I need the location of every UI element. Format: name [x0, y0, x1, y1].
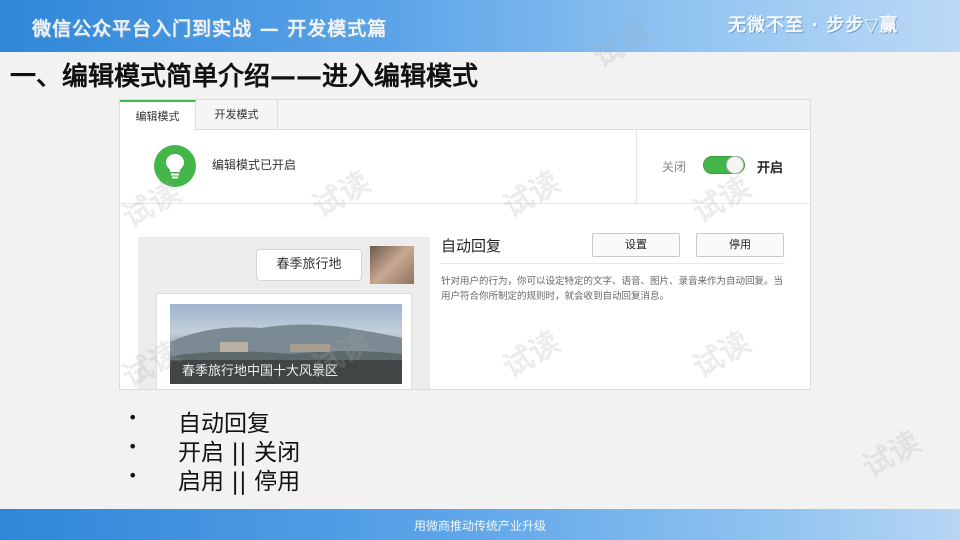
bullet-dot: •	[128, 466, 138, 485]
lightbulb-icon	[154, 145, 196, 187]
top-banner: 微信公众平台入门到实战 — 开发模式篇 无微不至 · 步步▽赢	[0, 0, 960, 52]
news-card-caption: 春季旅行地中国十大风景区	[170, 360, 402, 384]
divider	[441, 263, 785, 264]
slide-title: 一、编辑模式简单介绍——进入编辑模式	[10, 62, 479, 92]
banner-slogan: 无微不至 · 步步▽赢	[728, 15, 899, 36]
divider	[636, 130, 637, 204]
watermark: 试读	[857, 424, 927, 486]
footer-text: 用微商推动传统产业升级	[413, 519, 546, 533]
avatar	[370, 246, 414, 284]
mode-status-row: 编辑模式已开启 关闭 开启	[120, 130, 810, 204]
disable-button[interactable]: 停用	[696, 233, 784, 257]
banner-title: 微信公众平台入门到实战 — 开发模式篇	[32, 18, 388, 40]
toggle-off-label: 关闭	[662, 160, 687, 174]
mode-toggle-switch[interactable]	[703, 156, 745, 174]
news-card: 春季旅行地中国十大风景区	[156, 293, 412, 389]
auto-reply-description: 针对用户的行为，你可以设定特定的文字、语音、图片、录音来作为自动回复。当用户符合…	[441, 276, 784, 302]
tab-edit-mode[interactable]: 编辑模式	[120, 100, 196, 131]
editor-mode-panel: 编辑模式 开发模式 编辑模式已开启 关闭 开启 春季旅行地 春季旅行地中国十大风…	[119, 99, 811, 390]
auto-reply-title: 自动回复	[441, 237, 502, 255]
bullet-dot: •	[128, 437, 138, 456]
toggle-on-label: 开启	[757, 161, 784, 176]
bullet-text: 启用 || 停用	[178, 469, 301, 495]
footer-bar: 用微商推动传统产业升级	[0, 509, 960, 540]
news-card-image: 春季旅行地中国十大风景区	[170, 304, 402, 384]
bullet-dot: •	[128, 408, 138, 427]
chat-bubble: 春季旅行地	[256, 249, 362, 281]
settings-button[interactable]: 设置	[592, 233, 680, 257]
mode-tabbar: 编辑模式 开发模式	[120, 100, 810, 131]
tab-dev-mode[interactable]: 开发模式	[196, 100, 278, 130]
toggle-knob	[726, 156, 744, 174]
message-preview: 春季旅行地 春季旅行地中国十大风景区	[138, 237, 430, 389]
mode-status-text: 编辑模式已开启	[212, 158, 297, 172]
